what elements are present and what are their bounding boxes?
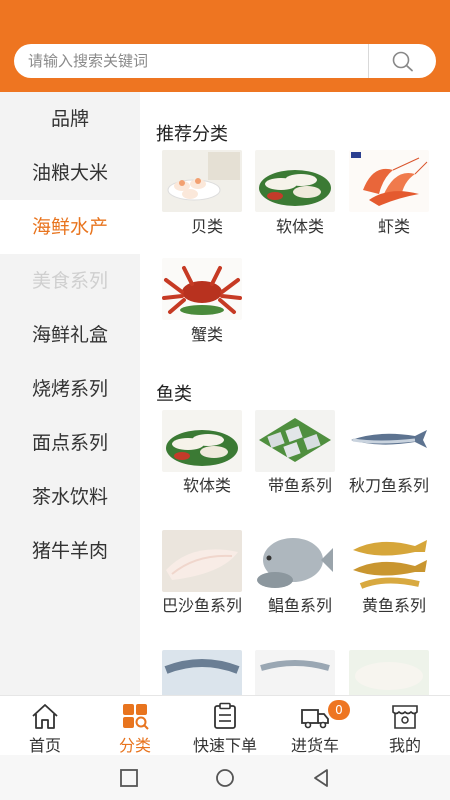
category-icon (123, 704, 149, 730)
truck-icon (301, 709, 329, 729)
tab-label: 我的 (388, 736, 421, 755)
category-label: 贝类 (190, 217, 223, 236)
sidebar-item-food-series[interactable]: 美食系列 (0, 254, 140, 308)
sidebar-item-drinks[interactable]: 茶水饮料 (0, 470, 140, 524)
category-mollusks[interactable]: 软体类 (255, 150, 345, 250)
home-icon (32, 704, 58, 729)
tab-label: 快速下单 (192, 736, 257, 755)
category-label: 蟹类 (190, 325, 223, 344)
section-title-recommended: 推荐分类 (156, 124, 228, 145)
category-label: 软体类 (275, 217, 324, 236)
category-label: 带鱼系列 (267, 476, 332, 495)
category-label: 鲳鱼系列 (267, 596, 332, 615)
hairtail-pieces-image (255, 410, 335, 472)
squid-rolls-image (255, 150, 335, 212)
tab-category[interactable]: 分类 (90, 696, 180, 756)
tab-label: 分类 (118, 736, 151, 755)
sidebar-item-seafood[interactable]: 海鲜水产 (0, 200, 140, 254)
scallop-dish-image (162, 150, 242, 212)
category-sidebar: 品牌 油粮大米 海鲜水产 美食系列 海鲜礼盒 烧烤系列 面点系列 茶水饮料 猪牛… (0, 92, 140, 695)
search-bar[interactable]: 请输入搜索关键词 (14, 44, 436, 78)
sidebar-item-grain-oil[interactable]: 油粮大米 (0, 146, 140, 200)
saury-image (349, 410, 429, 472)
system-navigation-bar (0, 755, 450, 800)
clipboard-icon (214, 702, 236, 729)
home-button-icon[interactable] (214, 767, 236, 789)
category-scallops[interactable]: 贝类 (162, 150, 252, 250)
tab-mine[interactable]: 我的 (360, 696, 450, 756)
back-icon[interactable] (310, 767, 332, 789)
category-fish-mollusks[interactable]: 软体类 (162, 410, 252, 520)
category-content: 推荐分类 贝类 软体类 虾类 蟹类 鱼类 软体类 带鱼系列 秋刀鱼系列 巴沙鱼系… (140, 92, 450, 695)
section-title-fish: 鱼类 (156, 384, 192, 405)
shop-icon (392, 705, 418, 729)
sidebar-item-meat[interactable]: 猪牛羊肉 (0, 524, 140, 578)
fish-product-image[interactable] (349, 650, 429, 695)
category-label: 软体类 (182, 476, 231, 495)
category-crab[interactable]: 蟹类 (162, 258, 252, 358)
sidebar-item-bbq[interactable]: 烧烤系列 (0, 362, 140, 416)
category-pomfret[interactable]: 鲳鱼系列 (255, 530, 345, 640)
category-basa[interactable]: 巴沙鱼系列 (162, 530, 252, 640)
pomfret-image (255, 530, 335, 592)
fish-product-image[interactable] (255, 650, 335, 695)
search-input[interactable]: 请输入搜索关键词 (28, 44, 148, 78)
squid-rolls-image (162, 410, 242, 472)
shrimp-image (349, 150, 429, 212)
fish-product-image[interactable] (162, 650, 242, 695)
category-yellow-croaker[interactable]: 黄鱼系列 (349, 530, 439, 640)
category-saury[interactable]: 秋刀鱼系列 (349, 410, 439, 520)
recent-apps-icon[interactable] (118, 767, 140, 789)
basa-fillet-image (162, 530, 242, 592)
category-label: 巴沙鱼系列 (162, 596, 243, 615)
sidebar-item-seafood-gift[interactable]: 海鲜礼盒 (0, 308, 140, 362)
bottom-tab-bar: 首页 分类 快速下单 0 进货车 我的 (0, 695, 450, 755)
tab-label: 首页 (28, 736, 61, 755)
category-label: 虾类 (377, 217, 410, 236)
search-icon[interactable] (390, 50, 416, 72)
search-divider (368, 44, 369, 78)
tab-purchase-cart[interactable]: 0 进货车 (270, 696, 360, 756)
cart-count-badge: 0 (328, 700, 350, 720)
tab-label: 进货车 (290, 736, 339, 755)
category-label: 黄鱼系列 (361, 596, 426, 615)
tab-quick-order[interactable]: 快速下单 (180, 696, 270, 756)
tab-home[interactable]: 首页 (0, 696, 90, 756)
top-bar: 请输入搜索关键词 (0, 0, 450, 92)
category-shrimp[interactable]: 虾类 (349, 150, 439, 250)
sidebar-item-brand[interactable]: 品牌 (0, 92, 140, 146)
yellow-croaker-image (349, 530, 429, 592)
category-hairtail[interactable]: 带鱼系列 (255, 410, 345, 520)
category-label: 秋刀鱼系列 (349, 476, 430, 495)
sidebar-item-pastry[interactable]: 面点系列 (0, 416, 140, 470)
king-crab-image (162, 258, 242, 320)
